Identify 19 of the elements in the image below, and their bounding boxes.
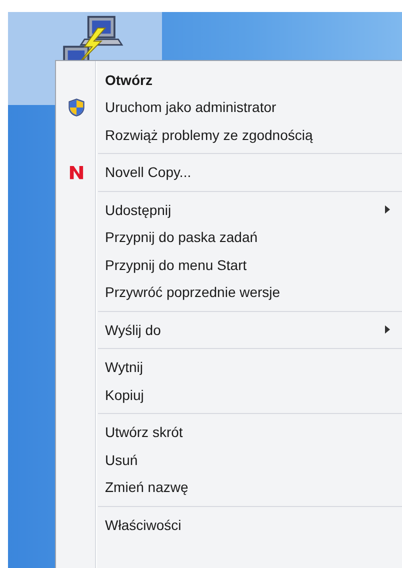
submenu-arrow-icon <box>385 325 390 334</box>
menu-item[interactable]: Wyślij do <box>56 316 402 344</box>
menu-item[interactable]: Przypnij do paska zadań <box>56 224 402 251</box>
menu-item[interactable]: Novell Copy... <box>56 158 402 186</box>
menu-item[interactable]: Udostępnij <box>56 196 402 224</box>
letter-n-icon <box>69 164 84 180</box>
menu-item[interactable]: Zmień nazwę <box>56 474 402 501</box>
menu-item[interactable]: Rozwiąż problemy ze zgodnością <box>56 121 402 148</box>
menu-item[interactable]: Usuń <box>56 446 402 474</box>
menu-item[interactable]: Kopiuj <box>56 381 402 408</box>
menu-item[interactable]: Właściwości <box>56 511 402 538</box>
menu-item[interactable]: Przypnij do menu Start <box>56 251 402 278</box>
menu-item[interactable]: Wytnij <box>56 354 402 381</box>
menu-item[interactable]: Uruchom jako administrator <box>56 94 402 121</box>
submenu-arrow-icon <box>385 205 390 214</box>
menu-item[interactable]: Przywróć poprzednie wersje <box>56 278 402 306</box>
shield-icon <box>68 98 85 117</box>
menu-item[interactable]: Otwórz <box>56 66 402 94</box>
menu-item[interactable]: Utwórz skrót <box>56 418 402 446</box>
